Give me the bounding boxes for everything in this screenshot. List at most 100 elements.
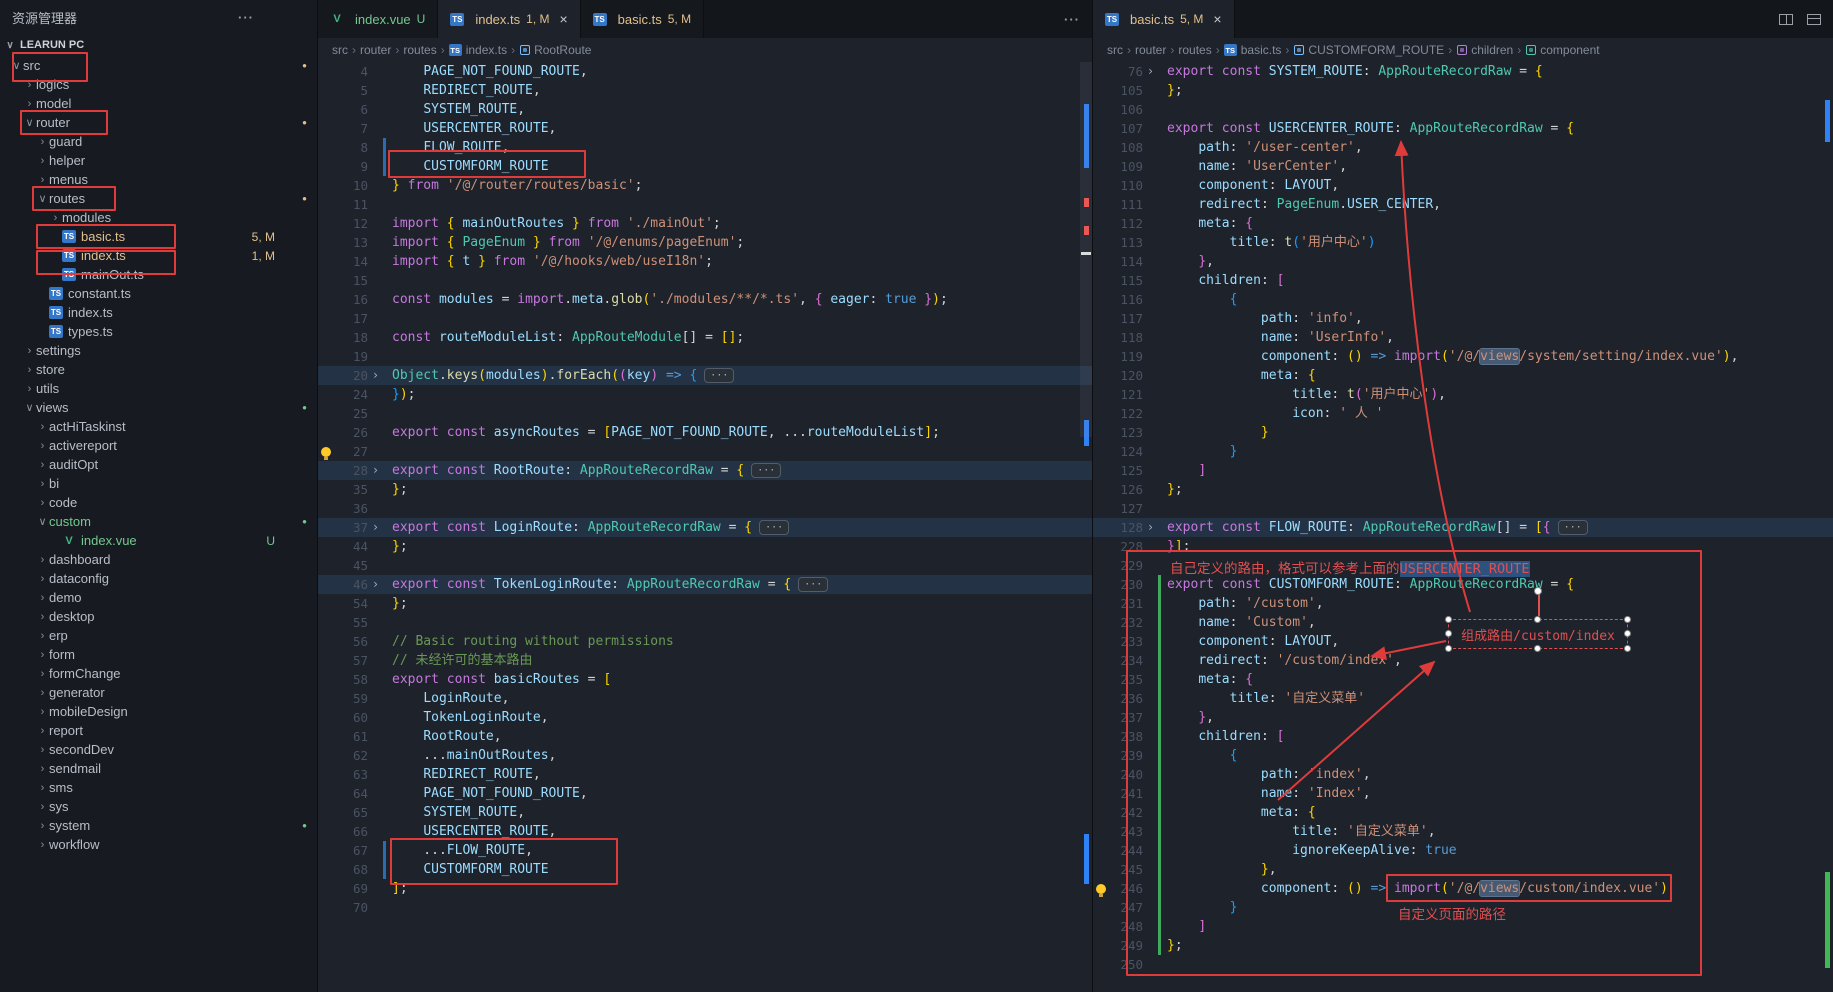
code-line-123[interactable]: 123 }	[1093, 423, 1833, 442]
folded-region-badge[interactable]: ···	[798, 577, 828, 592]
code-line-118[interactable]: 118 name: 'UserInfo',	[1093, 328, 1833, 347]
code-line-248[interactable]: 248 ]	[1093, 917, 1833, 936]
tree-item-constant.ts[interactable]: TSconstant.ts	[0, 284, 317, 303]
code-line-244[interactable]: 244 ignoreKeepAlive: true	[1093, 841, 1833, 860]
resize-handle-icon[interactable]	[1624, 630, 1631, 637]
code-line-19[interactable]: 19	[318, 347, 1092, 366]
resize-handle-icon[interactable]	[1534, 616, 1541, 623]
code-line-54[interactable]: 54};	[318, 594, 1092, 613]
folded-region-badge[interactable]: ···	[759, 520, 789, 535]
code-line-45[interactable]: 45	[318, 556, 1092, 575]
tree-item-mobileDesign[interactable]: ›mobileDesign	[0, 702, 317, 721]
code-line-231[interactable]: 231 path: '/custom',	[1093, 594, 1833, 613]
fold-chevron-icon[interactable]: ›	[368, 461, 383, 480]
fold-chevron-icon[interactable]: ›	[368, 366, 383, 385]
tree-item-basic.ts[interactable]: TSbasic.ts5, M	[0, 227, 317, 246]
tab-index.ts[interactable]: TSindex.ts1, M×	[438, 0, 580, 38]
code-line-11[interactable]: 11	[318, 195, 1092, 214]
close-icon[interactable]: ×	[1213, 11, 1221, 27]
code-line-120[interactable]: 120 meta: {	[1093, 366, 1833, 385]
code-line-124[interactable]: 124 }	[1093, 442, 1833, 461]
code-line-109[interactable]: 109 name: 'UserCenter',	[1093, 157, 1833, 176]
tree-item-routes[interactable]: ∨routes●	[0, 189, 317, 208]
breadcrumb-item-router[interactable]: router	[1135, 43, 1166, 57]
breadcrumb-item-RootRoute[interactable]: RootRoute	[519, 43, 591, 57]
tree-item-workflow[interactable]: ›workflow	[0, 835, 317, 854]
workspace-section-header[interactable]: ∨ LEARUN PC	[0, 34, 317, 56]
tree-item-utils[interactable]: ›utils	[0, 379, 317, 398]
tree-item-custom[interactable]: ∨custom●	[0, 512, 317, 531]
code-line-37[interactable]: 37›export const LoginRoute: AppRouteReco…	[318, 518, 1092, 537]
customize-layout-icon[interactable]	[1807, 14, 1821, 25]
tree-item-bi[interactable]: ›bi	[0, 474, 317, 493]
code-line-13[interactable]: 13import { PageEnum } from '/@/enums/pag…	[318, 233, 1092, 252]
code-line-127[interactable]: 127	[1093, 499, 1833, 518]
tree-item-code[interactable]: ›code	[0, 493, 317, 512]
code-line-44[interactable]: 44};	[318, 537, 1092, 556]
breadcrumb-item-src[interactable]: src	[1107, 43, 1123, 57]
breadcrumb-item-component[interactable]: component	[1525, 43, 1599, 57]
code-line-63[interactable]: 63 REDIRECT_ROUTE,	[318, 765, 1092, 784]
resize-handle-icon[interactable]	[1445, 630, 1452, 637]
code-line-228[interactable]: 228}];	[1093, 537, 1833, 556]
more-actions-icon[interactable]: ···	[1064, 12, 1080, 27]
code-line-7[interactable]: 7 USERCENTER_ROUTE,	[318, 119, 1092, 138]
fold-chevron-icon[interactable]: ›	[368, 575, 383, 594]
code-line-17[interactable]: 17	[318, 309, 1092, 328]
tree-item-router[interactable]: ∨router●	[0, 113, 317, 132]
resize-handle-icon[interactable]	[1445, 645, 1452, 652]
tree-item-index.ts[interactable]: TSindex.ts1, M	[0, 246, 317, 265]
code-line-108[interactable]: 108 path: '/user-center',	[1093, 138, 1833, 157]
tree-item-actHiTaskinst[interactable]: ›actHiTaskinst	[0, 417, 317, 436]
annotation-textbox[interactable]: 组成路由/custom/index	[1448, 619, 1628, 649]
code-line-59[interactable]: 59 LoginRoute,	[318, 689, 1092, 708]
code-line-6[interactable]: 6 SYSTEM_ROUTE,	[318, 100, 1092, 119]
code-line-62[interactable]: 62 ...mainOutRoutes,	[318, 746, 1092, 765]
tree-item-sys[interactable]: ›sys	[0, 797, 317, 816]
code-line-113[interactable]: 113 title: t('用户中心')	[1093, 233, 1833, 252]
tree-item-guard[interactable]: ›guard	[0, 132, 317, 151]
close-icon[interactable]: ×	[559, 11, 567, 27]
code-line-27[interactable]: 27	[318, 442, 1092, 461]
code-line-61[interactable]: 61 RootRoute,	[318, 727, 1092, 746]
code-line-238[interactable]: 238 children: [	[1093, 727, 1833, 746]
tree-item-logics[interactable]: ›logics	[0, 75, 317, 94]
code-line-20[interactable]: 20›Object.keys(modules).forEach((key) =>…	[318, 366, 1092, 385]
code-line-69[interactable]: 69];	[318, 879, 1092, 898]
code-line-10[interactable]: 10} from '/@/router/routes/basic';	[318, 176, 1092, 195]
scrollbar[interactable]	[1080, 62, 1092, 437]
code-line-56[interactable]: 56// Basic routing without permissions	[318, 632, 1092, 651]
code-line-60[interactable]: 60 TokenLoginRoute,	[318, 708, 1092, 727]
tab-basic.ts[interactable]: TSbasic.ts5, M×	[1093, 0, 1235, 38]
code-line-8[interactable]: 8 FLOW_ROUTE,	[318, 138, 1092, 157]
folded-region-badge[interactable]: ···	[704, 368, 734, 383]
breadcrumb-item-index.ts[interactable]: TSindex.ts	[449, 43, 507, 57]
code-line-110[interactable]: 110 component: LAYOUT,	[1093, 176, 1833, 195]
code-line-229[interactable]: 229	[1093, 556, 1833, 575]
code-line-5[interactable]: 5 REDIRECT_ROUTE,	[318, 81, 1092, 100]
tree-item-auditOpt[interactable]: ›auditOpt	[0, 455, 317, 474]
code-line-64[interactable]: 64 PAGE_NOT_FOUND_ROUTE,	[318, 784, 1092, 803]
code-line-249[interactable]: 249};	[1093, 936, 1833, 955]
code-line-46[interactable]: 46›export const TokenLoginRoute: AppRout…	[318, 575, 1092, 594]
breadcrumb-item-routes[interactable]: routes	[1178, 43, 1211, 57]
tree-item-desktop[interactable]: ›desktop	[0, 607, 317, 626]
tree-item-erp[interactable]: ›erp	[0, 626, 317, 645]
tree-item-dashboard[interactable]: ›dashboard	[0, 550, 317, 569]
tree-item-form[interactable]: ›form	[0, 645, 317, 664]
tree-item-sendmail[interactable]: ›sendmail	[0, 759, 317, 778]
folded-region-badge[interactable]: ···	[751, 463, 781, 478]
tree-item-activereport[interactable]: ›activereport	[0, 436, 317, 455]
code-line-117[interactable]: 117 path: 'info',	[1093, 309, 1833, 328]
folded-region-badge[interactable]: ···	[1558, 520, 1588, 535]
code-line-106[interactable]: 106	[1093, 100, 1833, 119]
tree-item-secondDev[interactable]: ›secondDev	[0, 740, 317, 759]
code-line-35[interactable]: 35};	[318, 480, 1092, 499]
code-line-241[interactable]: 241 name: 'Index',	[1093, 784, 1833, 803]
code-area-2[interactable]: 76›export const SYSTEM_ROUTE: AppRouteRe…	[1093, 62, 1833, 974]
code-line-68[interactable]: 68 CUSTOMFORM_ROUTE	[318, 860, 1092, 879]
code-line-234[interactable]: 234 redirect: '/custom/index',	[1093, 651, 1833, 670]
tree-item-settings[interactable]: ›settings	[0, 341, 317, 360]
code-line-36[interactable]: 36	[318, 499, 1092, 518]
resize-handle-icon[interactable]	[1534, 645, 1541, 652]
